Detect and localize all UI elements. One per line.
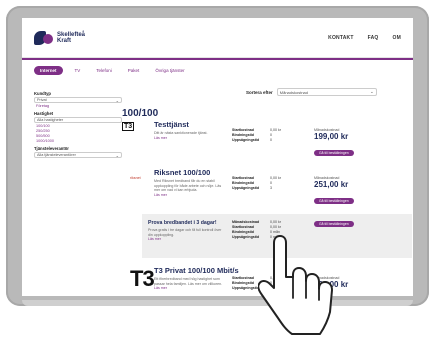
browser-viewport: Skellefteå Kraft KONTAKT FAQ OM Internet… [22, 18, 413, 296]
pointing-hand-cursor-icon [258, 235, 333, 335]
tab-tv[interactable]: TV [71, 66, 85, 75]
offer-specs: Startkostnad0,00 kr Bindningstid0 Uppsäg… [232, 128, 281, 142]
tab-other-services[interactable]: Övriga tjänster [151, 66, 188, 75]
tab-internet[interactable]: Internet [34, 66, 63, 75]
promo-description: Prova gratis i tre dagar och få full kon… [148, 228, 222, 237]
nav-about[interactable]: OM [393, 35, 401, 41]
provider-select[interactable]: Alla tjänsteleverantörer ⌄ [34, 152, 122, 158]
order-button[interactable]: Gå till beställningen [314, 221, 354, 227]
speed-option[interactable]: 500/500 [34, 134, 122, 138]
monthly-price: 251,00 kr [314, 180, 349, 189]
read-more-link[interactable]: Läs mer [154, 193, 408, 197]
monthly-price: 199,00 kr [314, 132, 349, 141]
brand-logo[interactable]: Skellefteå Kraft [34, 30, 85, 45]
read-more-link[interactable]: Läs mer [154, 136, 408, 140]
order-button[interactable]: Gå till beställningen [314, 198, 354, 204]
sort-label: Sortera efter [246, 89, 273, 95]
site-header: Skellefteå Kraft KONTAKT FAQ OM [22, 18, 413, 58]
offer-card: Riksnet 100/100 Med Riksnet bredband får… [154, 168, 408, 204]
offer-title: Testtjänst [154, 120, 189, 129]
logo-line-2: Kraft [57, 37, 72, 44]
price-box: Månadskostnad 199,00 kr Gå till beställn… [314, 128, 354, 159]
logo-mark-icon [34, 30, 54, 45]
offer-title: Riksnet 100/100 [154, 168, 211, 177]
speed-option[interactable]: 1000/1000 [34, 139, 122, 143]
offer-specs: Startkostnad0,00 kr Bindningstid0 Uppsäg… [232, 176, 281, 190]
provider-logo-t3-large: T3 [130, 266, 155, 291]
chevron-down-icon: ⌄ [369, 89, 374, 94]
speed-heading: 100/100 [122, 108, 159, 119]
offer-description: Med Riksnet bredband får du en stabil up… [154, 179, 222, 193]
chevron-down-icon: ⌄ [115, 98, 119, 103]
sort-row: Sortera efter Månadskostnad ⌄ [246, 88, 377, 96]
provider-logo-t3: T3 [122, 122, 135, 131]
order-button[interactable]: Gå till beställningen [314, 150, 354, 156]
offer-card: Testtjänst Ditt är nästa sanktionerade t… [154, 120, 408, 156]
customer-type-option[interactable]: Företag [34, 104, 122, 108]
nav-faq[interactable]: FAQ [368, 35, 379, 41]
sort-select[interactable]: Månadskostnad ⌄ [276, 88, 377, 96]
customer-type-select[interactable]: Privat ⌄ [34, 97, 122, 103]
offer-description: Ett fiberbredband med hög hastighet som … [154, 277, 223, 286]
filter-speed-label: Hastighet [34, 111, 54, 116]
category-tabs: Internet TV Telefoni Paket Övriga tjänst… [34, 66, 189, 75]
filter-sidebar: Kundtyp Privat ⌄ Företag Hastighet Alla … [34, 88, 122, 158]
tab-paket[interactable]: Paket [124, 66, 144, 75]
speed-option[interactable]: 250/250 [34, 129, 122, 133]
laptop-base [22, 300, 413, 306]
nav-contact[interactable]: KONTAKT [328, 35, 353, 41]
filter-provider-label: Tjänsteleverantör [34, 146, 69, 151]
speed-option[interactable]: 100/100 [34, 124, 122, 128]
header-accent-bar [22, 58, 413, 60]
price-box: Månadskostnad 251,00 kr Gå till beställn… [314, 176, 354, 207]
speed-select[interactable]: Alla hastigheter [34, 117, 122, 123]
filter-customer-type-label: Kundtyp [34, 91, 51, 96]
top-navigation: KONTAKT FAQ OM [328, 35, 401, 41]
chevron-down-icon: ⌄ [115, 153, 119, 158]
tab-telefoni[interactable]: Telefoni [92, 66, 116, 75]
provider-logo-riksnet: riksnet [130, 176, 141, 180]
